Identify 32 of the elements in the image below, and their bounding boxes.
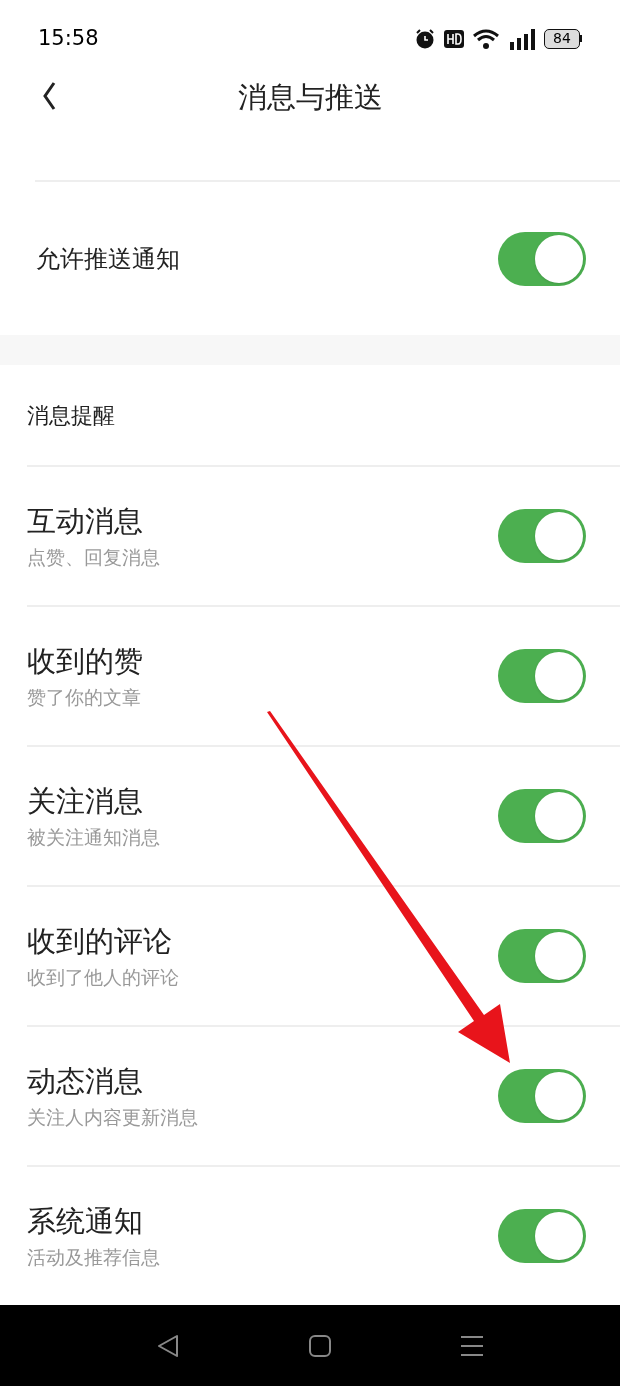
toggle-switch[interactable] bbox=[498, 509, 586, 563]
setting-title: 动态消息 bbox=[27, 1063, 144, 1099]
setting-subtitle: 点赞、回复消息 bbox=[27, 545, 160, 569]
home-nav-icon[interactable] bbox=[309, 1334, 331, 1357]
back-icon[interactable] bbox=[42, 81, 56, 111]
page-title: 消息与推送 bbox=[237, 78, 383, 116]
signal-icon bbox=[508, 27, 536, 50]
setting-title: 收到的赞 bbox=[27, 643, 143, 679]
wifi-icon bbox=[472, 27, 500, 50]
toggle-switch[interactable] bbox=[498, 929, 586, 983]
toggle-switch[interactable] bbox=[498, 231, 586, 286]
setting-subtitle: 赞了你的文章 bbox=[27, 685, 142, 709]
battery-icon: 84 bbox=[544, 28, 582, 49]
setting-subtitle: 活动及推荐信息 bbox=[27, 1245, 160, 1269]
status-time: 15:58 bbox=[38, 24, 99, 52]
setting-title: 收到的评论 bbox=[27, 923, 173, 959]
toggle-switch[interactable] bbox=[498, 789, 586, 843]
alarm-icon bbox=[414, 27, 436, 50]
section-title: 消息提醒 bbox=[27, 401, 115, 430]
setting-title: 关注消息 bbox=[27, 783, 144, 819]
setting-subtitle: 被关注通知消息 bbox=[27, 825, 160, 849]
toggle-switch[interactable] bbox=[498, 1209, 586, 1263]
setting-subtitle: 关注人内容更新消息 bbox=[27, 1105, 198, 1129]
toggle-switch[interactable] bbox=[498, 1069, 586, 1123]
hd-icon bbox=[444, 29, 464, 48]
toggle-switch[interactable] bbox=[498, 649, 586, 703]
back-nav-icon[interactable] bbox=[157, 1333, 179, 1358]
setting-title: 互动消息 bbox=[27, 503, 144, 539]
menu-nav-icon[interactable] bbox=[461, 1334, 483, 1357]
setting-subtitle: 收到了他人的评论 bbox=[27, 965, 179, 989]
setting-title: 系统通知 bbox=[27, 1203, 144, 1239]
setting-label: 允许推送通知 bbox=[36, 243, 180, 275]
